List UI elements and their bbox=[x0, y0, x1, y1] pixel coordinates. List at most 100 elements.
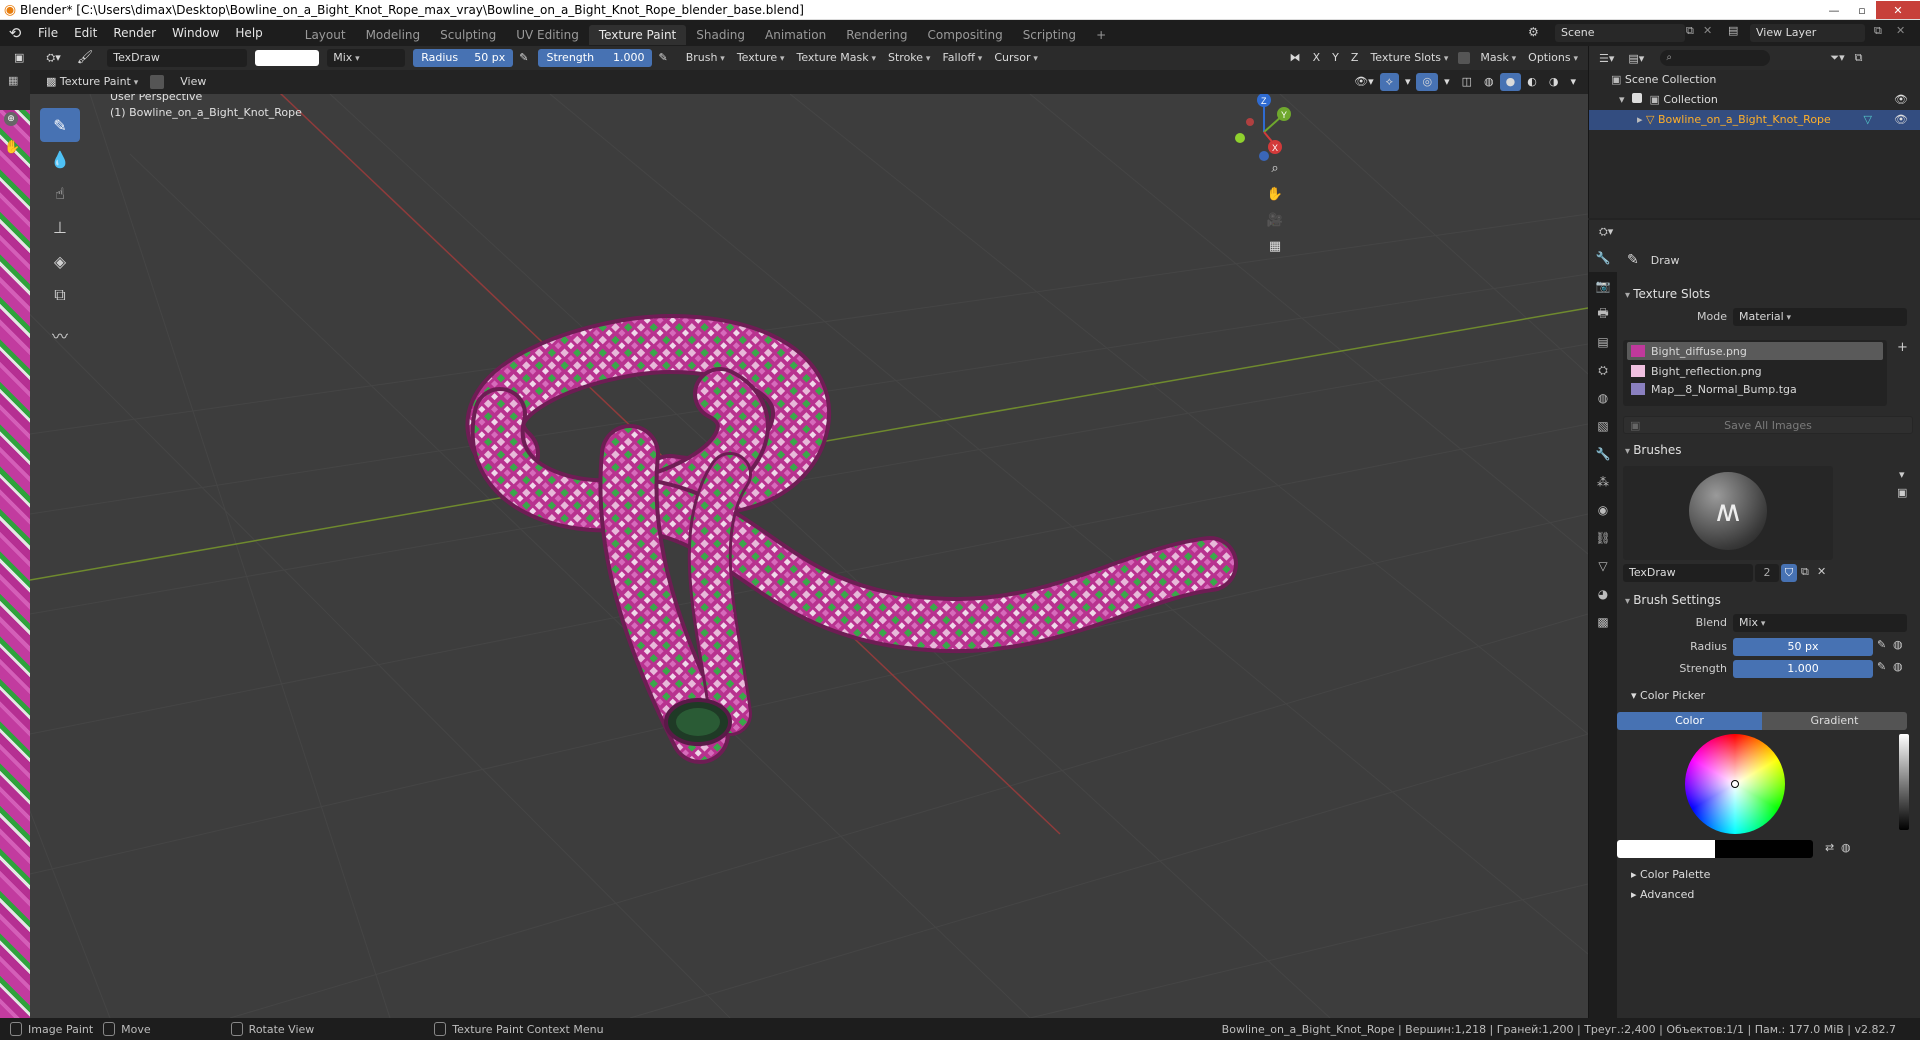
fill-tool-icon[interactable]: ◈ bbox=[40, 244, 80, 278]
add-workspace-button[interactable]: + bbox=[1086, 25, 1116, 45]
menu-options[interactable]: Options bbox=[1522, 49, 1584, 67]
visibility-icon[interactable]: 👁▾ bbox=[1348, 73, 1380, 91]
3d-viewport[interactable]: User Perspective (1) Bowline_on_a_Bight_… bbox=[30, 94, 1588, 1018]
navigation-gizmo[interactable]: Z Y X bbox=[1224, 94, 1304, 170]
strength-field[interactable]: 1.000 bbox=[1733, 660, 1873, 678]
mesh-data-icon[interactable]: ▽ bbox=[1864, 110, 1872, 130]
minimize-button[interactable]: — bbox=[1820, 1, 1848, 19]
menu-brush[interactable]: Brush bbox=[680, 49, 731, 67]
strength-slider[interactable]: Strength 1.000 bbox=[538, 49, 653, 67]
tab-sculpting[interactable]: Sculpting bbox=[430, 25, 506, 45]
value-slider[interactable] bbox=[1899, 734, 1909, 830]
mask-tool-icon[interactable]: ⧉ bbox=[40, 278, 80, 312]
brush-name-field[interactable]: TexDraw bbox=[1623, 564, 1753, 582]
color-wheel[interactable] bbox=[1685, 734, 1785, 834]
close-button[interactable]: ✕ bbox=[1876, 1, 1920, 19]
view-layer-icon[interactable]: ▤ bbox=[1728, 24, 1738, 37]
collection-visibility-eye-icon[interactable]: 👁 bbox=[1894, 90, 1908, 110]
tab-constraints-icon[interactable]: ⛓ bbox=[1589, 524, 1617, 552]
mirror-y-toggle[interactable]: Y bbox=[1326, 49, 1345, 67]
color-wheel-cursor[interactable] bbox=[1731, 780, 1739, 788]
blend-mode-dropdown[interactable]: Mix bbox=[327, 49, 406, 67]
mask-checkbox[interactable] bbox=[1458, 52, 1471, 64]
brush-name-field[interactable]: TexDraw bbox=[107, 49, 248, 67]
menu-file[interactable]: File bbox=[30, 20, 66, 46]
unlink-brush-icon[interactable]: ✕ bbox=[1817, 565, 1826, 578]
gizmo-dropdown-icon[interactable]: ▾ bbox=[1399, 73, 1417, 91]
menu-cursor[interactable]: Cursor bbox=[988, 49, 1044, 67]
tab-material-icon[interactable]: ◕ bbox=[1589, 580, 1617, 608]
new-view-layer-icon[interactable]: ⧉ bbox=[1874, 24, 1882, 38]
mirror-z-toggle[interactable]: Z bbox=[1345, 49, 1365, 67]
mode-dropdown[interactable]: ▩ Texture Paint bbox=[40, 73, 144, 91]
texture-slot-item[interactable]: Bight_reflection.png bbox=[1627, 362, 1883, 380]
tab-scene-icon[interactable]: ⛭ bbox=[1589, 356, 1617, 384]
color-palette-subpanel-header[interactable]: ▸ Color Palette bbox=[1631, 868, 1710, 881]
menu-texture[interactable]: Texture bbox=[731, 49, 791, 67]
outliner-editor-icon[interactable]: ☰▾ bbox=[1599, 52, 1614, 65]
wireframe-shading-icon[interactable]: ◍ bbox=[1478, 73, 1500, 91]
menu-texture-slots[interactable]: Texture Slots bbox=[1364, 49, 1454, 67]
scene-icon[interactable]: ⚙ bbox=[1528, 25, 1539, 39]
brushes-header[interactable]: Brushes bbox=[1617, 438, 1920, 462]
tab-object-icon[interactable]: ▧ bbox=[1589, 412, 1617, 440]
annotate-tool-icon[interactable]: 〰 bbox=[40, 318, 80, 352]
collection-checkbox[interactable] bbox=[1632, 93, 1643, 103]
tab-particles-icon[interactable]: ⁂ bbox=[1589, 468, 1617, 496]
add-slot-icon[interactable]: + bbox=[1897, 340, 1908, 355]
tab-texture-icon[interactable]: ▩ bbox=[1589, 608, 1617, 636]
outliner-row-collection[interactable]: ▾ ▣ Collection 👁 bbox=[1589, 90, 1920, 110]
menu-window[interactable]: Window bbox=[164, 20, 227, 46]
fake-user-icon[interactable]: ⛉ bbox=[1781, 564, 1797, 582]
camera-view-icon[interactable]: 🎥 bbox=[1263, 208, 1287, 232]
menu-texture-mask[interactable]: Texture Mask bbox=[791, 49, 883, 67]
clone-tool-icon[interactable]: ⊥ bbox=[40, 210, 80, 244]
blend-dropdown[interactable]: Mix bbox=[1733, 614, 1907, 632]
properties-editor-icon[interactable]: ⛭▾ bbox=[1599, 225, 1613, 238]
save-all-images-button[interactable]: ▣ Save All Images bbox=[1623, 416, 1913, 434]
maximize-button[interactable]: ▫ bbox=[1848, 1, 1876, 19]
advanced-subpanel-header[interactable]: ▸ Advanced bbox=[1631, 888, 1694, 901]
rendered-shading-icon[interactable]: ◑ bbox=[1543, 73, 1565, 91]
tab-tool-icon[interactable]: 🔧 bbox=[1589, 244, 1617, 272]
material-shading-icon[interactable]: ◐ bbox=[1521, 73, 1543, 91]
editor-menu-icon[interactable]: ▦ bbox=[8, 74, 18, 87]
radius-pressure-icon[interactable]: ✎ bbox=[1877, 638, 1886, 651]
filter-icon[interactable]: ⏷▾ bbox=[1830, 51, 1844, 65]
strength-pressure-icon[interactable]: ✎ bbox=[1877, 660, 1886, 673]
zoom-icon[interactable]: ⊕ bbox=[4, 112, 18, 126]
blender-menu-icon[interactable]: ⟲ bbox=[0, 24, 30, 42]
gizmo-toggle-icon[interactable]: ⟡ bbox=[1379, 73, 1399, 91]
texture-slot-item[interactable]: Bight_diffuse.png bbox=[1627, 342, 1883, 360]
color-tab[interactable]: Color bbox=[1617, 712, 1762, 730]
tool-settings-icon[interactable]: ⛭▾ bbox=[40, 49, 66, 67]
new-collection-icon[interactable]: ⧉ bbox=[1855, 51, 1863, 65]
brush-image-icon[interactable]: ▣ bbox=[1897, 486, 1907, 499]
tab-view-layer-icon[interactable]: ▤ bbox=[1589, 328, 1617, 356]
menu-falloff[interactable]: Falloff bbox=[936, 49, 988, 67]
radius-slider[interactable]: Radius 50 px bbox=[413, 49, 514, 67]
overlays-dropdown-icon[interactable]: ▾ bbox=[1438, 73, 1456, 91]
menu-help[interactable]: Help bbox=[227, 20, 270, 46]
brush-preview[interactable]: ʍ bbox=[1623, 466, 1833, 560]
outliner-search-input[interactable]: ⌕ bbox=[1660, 50, 1771, 66]
delete-view-layer-icon[interactable]: ✕ bbox=[1896, 24, 1905, 37]
ortho-toggle-icon[interactable]: ▦ bbox=[1263, 234, 1287, 258]
color-picker-subpanel-header[interactable]: ▾ Color Picker bbox=[1631, 684, 1705, 708]
swap-colors-icon[interactable]: ⇄ bbox=[1825, 841, 1834, 854]
tab-texture-paint[interactable]: Texture Paint bbox=[588, 24, 687, 45]
soften-tool-icon[interactable]: 💧 bbox=[40, 142, 80, 176]
expand-arrow-icon[interactable]: ▾ bbox=[1619, 93, 1628, 106]
mirror-x-toggle[interactable]: X bbox=[1307, 49, 1327, 67]
tab-rendering[interactable]: Rendering bbox=[836, 25, 917, 45]
duplicate-brush-icon[interactable]: ⧉ bbox=[1801, 565, 1809, 579]
brush-settings-header[interactable]: Brush Settings bbox=[1617, 588, 1920, 612]
gradient-tab[interactable]: Gradient bbox=[1762, 712, 1907, 730]
brush-dropdown-icon[interactable]: ▾ bbox=[1899, 468, 1905, 481]
outliner-row-object[interactable]: ▸ ▽ Bowline_on_a_Bight_Knot_Rope ▽ 👁 bbox=[1589, 110, 1920, 130]
menu-stroke[interactable]: Stroke bbox=[882, 49, 936, 67]
tab-animation[interactable]: Animation bbox=[755, 25, 836, 45]
shading-dropdown-icon[interactable]: ▾ bbox=[1564, 73, 1582, 91]
view-layer-selector[interactable]: View Layer bbox=[1750, 24, 1865, 42]
tab-world-icon[interactable]: ◍ bbox=[1589, 384, 1617, 412]
